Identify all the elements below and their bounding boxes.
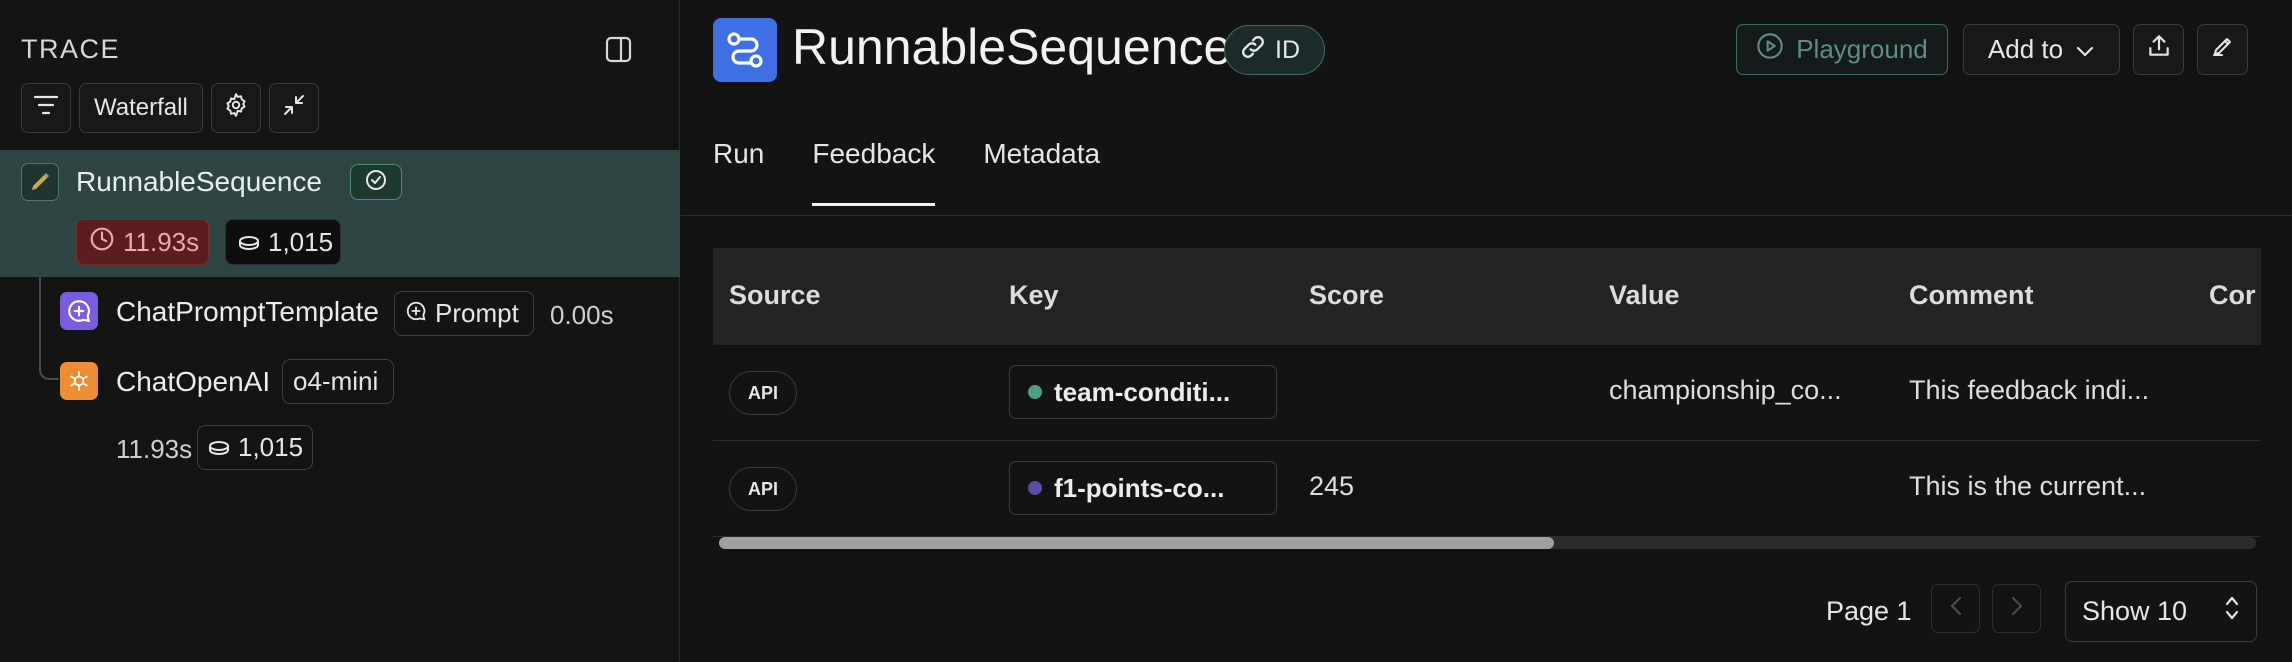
check-circle-icon (364, 168, 388, 197)
prompt-small-icon (405, 298, 427, 329)
table-row[interactable]: API f1-points-co... 245 This is the curr… (713, 441, 2261, 537)
page-indicator: Page 1 (1826, 596, 1912, 626)
panel-toggle-icon[interactable] (605, 36, 632, 63)
trace-title: TRACE (21, 34, 121, 64)
table-row[interactable]: API team-conditi... championship_co... T… (713, 345, 2261, 441)
upload-icon (2146, 33, 2172, 66)
add-to-label: Add to (1987, 34, 2064, 64)
source-badge: API (729, 371, 797, 415)
token-count-badge: 1,015 (197, 425, 313, 470)
feedback-key: f1-points-co... (1054, 472, 1225, 503)
page-size-select[interactable]: Show 10 (2065, 581, 2257, 642)
add-to-button[interactable]: Add to (1963, 24, 2120, 75)
edit-button[interactable] (2197, 24, 2248, 75)
page-title: RunnableSequence (792, 19, 1232, 75)
tree-connector (39, 296, 59, 380)
filter-icon (33, 94, 59, 123)
chevron-right-icon (2010, 595, 2024, 622)
feedback-key-chip[interactable]: team-conditi... (1009, 365, 1277, 419)
source-badge: API (729, 467, 797, 511)
pencil-icon (2211, 34, 2235, 65)
previous-page-button[interactable] (1931, 584, 1980, 633)
token-count-badge: 1,015 (225, 219, 341, 265)
success-status-badge (350, 164, 402, 200)
token-count-value: 1,015 (268, 226, 334, 257)
value-cell: championship_co... (1609, 375, 1842, 405)
run-detail-panel: RunnableSequence ID Playground Add to Ru… (681, 0, 2292, 662)
settings-button[interactable] (210, 83, 261, 133)
trace-toolbar: Waterfall (21, 83, 319, 133)
column-header-correction[interactable]: Cor (2209, 280, 2256, 311)
collapse-button[interactable] (268, 83, 319, 133)
column-header-comment[interactable]: Comment (1909, 280, 2034, 311)
feedback-key-chip[interactable]: f1-points-co... (1009, 461, 1277, 515)
latency-badge: 11.93s (76, 219, 209, 265)
latency-value: 0.00s (550, 300, 614, 330)
next-page-button[interactable] (1992, 584, 2041, 633)
score-cell: 245 (1309, 471, 1355, 501)
page-size-label: Show 10 (2082, 596, 2188, 626)
playground-label: Playground (1796, 34, 1928, 64)
column-header-score[interactable]: Score (1309, 280, 1384, 311)
token-count-value: 1,015 (238, 432, 304, 462)
tab-feedback[interactable]: Feedback (812, 138, 935, 206)
chain-icon (21, 163, 59, 201)
detail-tabs: Run Feedback Metadata (713, 138, 1100, 206)
playground-button[interactable]: Playground (1736, 24, 1948, 75)
model-badge: o4-mini (282, 359, 394, 404)
comment-cell: This is the current... (1909, 471, 2147, 501)
tab-metadata[interactable]: Metadata (983, 138, 1100, 206)
latency-value: 11.93s (123, 226, 200, 257)
collapse-icon (282, 93, 306, 124)
id-label: ID (1275, 35, 1300, 64)
coin-icon (208, 432, 230, 463)
key-color-dot (1028, 481, 1042, 495)
view-mode-button[interactable]: Waterfall (79, 83, 203, 133)
run-type-badge: Prompt (394, 291, 534, 336)
coin-icon (238, 227, 260, 258)
chevron-updown-icon (2224, 594, 2240, 629)
tree-connector (39, 277, 41, 297)
copy-id-button[interactable]: ID (1224, 25, 1325, 75)
latency-value: 11.93s (116, 434, 193, 464)
play-circle-icon (1756, 32, 1784, 67)
trace-node-name: RunnableSequence (76, 166, 322, 197)
horizontal-scrollbar-thumb[interactable] (719, 537, 1554, 549)
key-color-dot (1028, 385, 1042, 399)
prompt-icon (60, 292, 98, 330)
gear-icon (223, 92, 249, 125)
run-type-label: Prompt (435, 298, 519, 328)
column-header-source[interactable]: Source (729, 280, 821, 311)
trace-node-chatopenai[interactable]: ChatOpenAI (116, 366, 270, 398)
trace-node-chatprompttemplate[interactable]: ChatPromptTemplate (116, 296, 379, 328)
column-header-key[interactable]: Key (1009, 280, 1059, 311)
column-header-value[interactable]: Value (1609, 280, 1680, 311)
chevron-down-icon (2075, 34, 2095, 65)
share-button[interactable] (2133, 24, 2184, 75)
runnable-sequence-icon (713, 18, 777, 82)
openai-icon (60, 362, 98, 400)
tab-run[interactable]: Run (713, 138, 764, 206)
trace-panel: TRACE Waterfall RunnableSequence 11.93s … (0, 0, 680, 662)
link-icon (1239, 33, 1267, 68)
filter-button[interactable] (21, 83, 71, 133)
feedback-key: team-conditi... (1054, 376, 1231, 407)
feedback-table: Source Key Score Value Comment Cor API t… (713, 248, 2261, 548)
clock-icon (89, 226, 115, 259)
tabs-divider (681, 215, 2292, 216)
comment-cell: This feedback indi... (1909, 375, 2150, 405)
table-header: Source Key Score Value Comment Cor (713, 248, 2261, 345)
chevron-left-icon (1949, 595, 1963, 622)
